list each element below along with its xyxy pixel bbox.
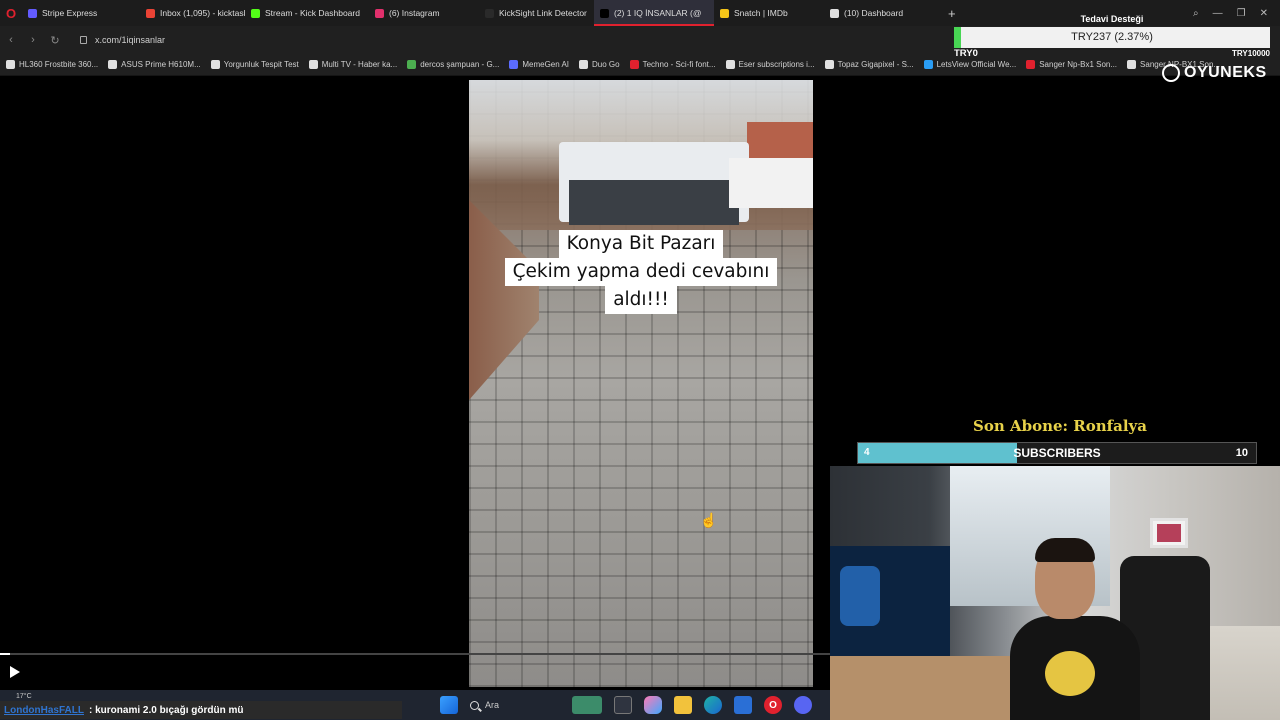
bookmark-item[interactable]: Topaz Gigapixel - S...: [824, 60, 914, 69]
donation-title: Tedavi Desteği: [1080, 14, 1144, 24]
last-subscriber: Son Abone: Ronfalya: [973, 417, 1147, 435]
weather-widget[interactable]: 17°C: [16, 693, 32, 700]
video-progress-bar[interactable]: [0, 653, 830, 655]
bookmark-item[interactable]: LetsView Official We...: [923, 60, 1017, 69]
oyuneks-logo: OYUNEKS: [1162, 64, 1267, 82]
chat-username: LondonHasFALL: [4, 704, 84, 716]
webcam-feed: [830, 466, 1280, 720]
store-icon[interactable]: [734, 696, 752, 714]
bookmark-label: Sanger Np-Bx1 Son...: [1039, 60, 1118, 69]
video-frame[interactable]: Konya Bit Pazarı Çekim yapma dedi cevabı…: [469, 80, 813, 687]
file-explorer-icon[interactable]: [674, 696, 692, 714]
taskbar-search-label: Ara: [485, 700, 500, 710]
brand-name: OYUNEKS: [1184, 64, 1267, 81]
task-view-icon[interactable]: [614, 696, 632, 714]
mouse-cursor-icon: ☝: [700, 512, 718, 528]
chat-text: : kuronami 2.0 bıçağı gördün mü: [89, 704, 244, 716]
chat-message: LondonHasFALL : kuronami 2.0 bıçağı görd…: [0, 701, 402, 719]
bookmark-item[interactable]: Sanger Np-Bx1 Son...: [1026, 60, 1117, 69]
subscriber-goal: 10: [1235, 447, 1248, 459]
widget-icon[interactable]: [572, 696, 602, 714]
oyuneks-logo-icon: [1162, 64, 1180, 82]
taskbar-icons: Ara O: [440, 692, 812, 718]
donation-progress-bar: TRY237 (2.37%): [954, 27, 1270, 48]
donation-max: TRY10000: [1232, 49, 1270, 58]
edge-icon[interactable]: [704, 696, 722, 714]
donation-min: TRY0: [954, 48, 978, 59]
subscriber-label: SUBSCRIBERS: [1013, 446, 1101, 460]
browser-tab[interactable]: (10) Dashboard: [824, 0, 942, 26]
caption-line: Çekim yapma dedi cevabını: [504, 258, 778, 286]
bookmark-label: LetsView Official We...: [936, 60, 1017, 69]
screen: O Stripe ExpressInbox (1,095) - kicktask…: [0, 0, 1280, 720]
video-progress-fill: [0, 653, 10, 655]
bookmark-favicon-icon: [1026, 60, 1036, 69]
donation-amount: TRY237 (2.37%): [1071, 31, 1153, 43]
bookmark-favicon-icon: [1127, 60, 1137, 69]
play-icon[interactable]: [10, 666, 20, 678]
opera-icon[interactable]: O: [764, 696, 782, 714]
tab-label: (10) Dashboard: [844, 8, 904, 18]
bookmark-label: Topaz Gigapixel - S...: [837, 60, 914, 69]
caption-line: Konya Bit Pazarı: [558, 230, 724, 258]
bookmark-favicon-icon: [923, 60, 933, 69]
copilot-icon[interactable]: [644, 696, 662, 714]
donation-goal-widget: Tedavi Desteği TRY237 (2.37%) TRY0 TRY10…: [954, 14, 1270, 60]
caption-line: aldı!!!: [605, 286, 677, 314]
search-icon: [470, 700, 479, 710]
taskbar-search[interactable]: Ara: [470, 695, 560, 715]
tab-favicon-icon: [830, 8, 839, 18]
video-caption: Konya Bit Pazarı Çekim yapma dedi cevabı…: [469, 230, 813, 314]
subscriber-goal-bar: 4 SUBSCRIBERS 10: [857, 442, 1257, 464]
discord-icon[interactable]: [794, 696, 812, 714]
windows-start-icon[interactable]: [440, 696, 458, 714]
